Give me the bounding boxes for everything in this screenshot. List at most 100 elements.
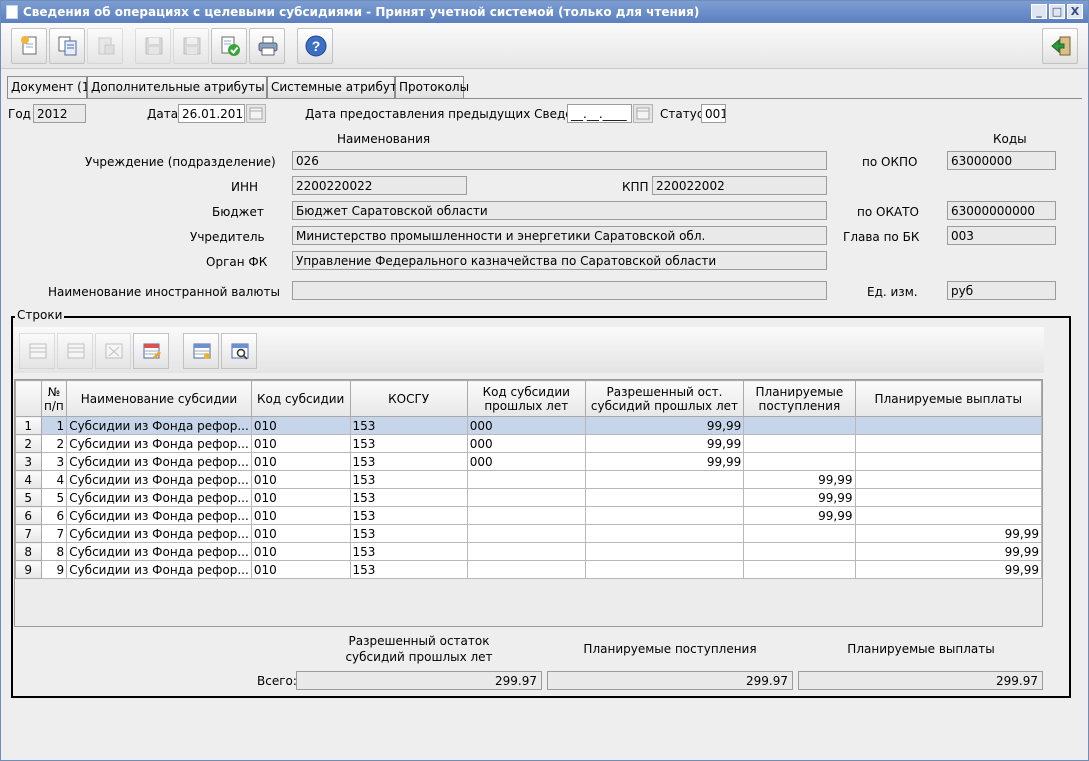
close-button[interactable]: X xyxy=(1067,4,1083,19)
edit-row-button[interactable] xyxy=(57,333,93,369)
prev-date-calendar-button[interactable] xyxy=(633,104,653,123)
okato-field[interactable]: 63000000000 xyxy=(947,201,1056,220)
prev-code-cell[interactable]: 000 xyxy=(466,434,586,453)
glava-field[interactable]: 003 xyxy=(947,226,1056,245)
delete-row-button[interactable] xyxy=(95,333,131,369)
income-cell[interactable]: 99,99 xyxy=(743,506,856,525)
income-cell[interactable] xyxy=(743,434,856,453)
institution-field[interactable]: 026 xyxy=(292,151,827,170)
allowed-total-field[interactable]: 299.97 xyxy=(296,671,542,690)
row-number-cell[interactable]: 4 xyxy=(15,470,42,489)
allowed-cell[interactable] xyxy=(584,542,745,561)
prev-code-cell[interactable]: 000 xyxy=(466,452,586,471)
col-number-header[interactable]: № п/п xyxy=(40,380,68,417)
prev-date-field[interactable]: __.__.____ xyxy=(567,104,632,123)
founder-field[interactable]: Министерство промышленности и энергетики… xyxy=(292,226,827,245)
income-cell[interactable] xyxy=(743,560,856,579)
subsidy-code-cell[interactable]: 010 xyxy=(250,434,351,453)
currency-field[interactable] xyxy=(292,281,827,300)
col-kosgu-header[interactable]: КОСГУ xyxy=(349,380,468,417)
table-row[interactable]: 4 4 Субсидии из Фонда рефор... 010 153 99,99 xyxy=(15,470,1042,489)
allowed-cell[interactable]: 99,99 xyxy=(584,452,745,471)
inn-field[interactable]: 2200220022 xyxy=(292,176,467,195)
new-document-button[interactable] xyxy=(11,28,47,64)
row-number-cell[interactable]: 2 xyxy=(15,434,42,453)
tab-protocols[interactable]: Протоколы xyxy=(395,76,469,98)
kosgu-cell[interactable]: 153 xyxy=(349,542,468,561)
unit-field[interactable]: руб xyxy=(947,281,1056,300)
okpo-field[interactable]: 63000000 xyxy=(947,151,1056,170)
number-cell[interactable]: 8 xyxy=(40,542,68,561)
help-button[interactable]: ? xyxy=(297,28,333,64)
subsidy-name-cell[interactable]: Субсидии из Фонда рефор... xyxy=(66,488,252,507)
table-row[interactable]: 2 2 Субсидии из Фонда рефор... 010 153 000 99,… xyxy=(15,434,1042,453)
table-row[interactable]: 7 7 Субсидии из Фонда рефор... 010 153 99,99 xyxy=(15,524,1042,543)
maximize-button[interactable]: □ xyxy=(1049,4,1065,19)
subsidy-name-cell[interactable]: Субсидии из Фонда рефор... xyxy=(66,542,252,561)
col-prev-code-header[interactable]: Код субсидии прошлых лет xyxy=(466,380,586,417)
prev-code-cell[interactable] xyxy=(466,560,586,579)
table-row[interactable]: 3 3 Субсидии из Фонда рефор... 010 153 000 99,… xyxy=(15,452,1042,471)
table-search-button[interactable] xyxy=(221,333,257,369)
subsidy-code-cell[interactable]: 010 xyxy=(250,524,351,543)
subsidy-name-cell[interactable]: Субсидии из Фонда рефор... xyxy=(66,434,252,453)
subsidy-code-cell[interactable]: 010 xyxy=(250,560,351,579)
payout-cell[interactable]: 99,99 xyxy=(854,524,1042,543)
exit-button[interactable] xyxy=(1042,28,1078,64)
budget-field[interactable]: Бюджет Саратовской области xyxy=(292,201,827,220)
subsidy-name-cell[interactable]: Субсидии из Фонда рефор... xyxy=(66,506,252,525)
date-field[interactable]: 26.01.2012 xyxy=(178,104,245,123)
allowed-cell[interactable] xyxy=(584,560,745,579)
row-number-cell[interactable]: 6 xyxy=(15,506,42,525)
income-cell[interactable]: 99,99 xyxy=(743,470,856,489)
income-cell[interactable] xyxy=(743,542,856,561)
number-cell[interactable]: 6 xyxy=(40,506,68,525)
save-button[interactable] xyxy=(135,28,171,64)
number-cell[interactable]: 9 xyxy=(40,560,68,579)
row-number-cell[interactable]: 5 xyxy=(15,488,42,507)
tab-additional-attributes[interactable]: Дополнительные атрибуты (2) xyxy=(87,76,285,98)
allowed-cell[interactable]: 99,99 xyxy=(584,434,745,453)
prev-code-cell[interactable]: 000 xyxy=(466,416,586,435)
income-cell[interactable] xyxy=(743,416,856,435)
subsidy-code-cell[interactable]: 010 xyxy=(250,488,351,507)
kpp-field[interactable]: 220022002 xyxy=(652,176,827,195)
allowed-cell[interactable] xyxy=(584,524,745,543)
allowed-cell[interactable]: 99,99 xyxy=(584,416,745,435)
add-row-button[interactable] xyxy=(19,333,55,369)
tab-system-attributes[interactable]: Системные атрибуты xyxy=(267,76,406,98)
prev-code-cell[interactable] xyxy=(466,542,586,561)
table-settings-button[interactable] xyxy=(183,333,219,369)
print-disabled-button[interactable] xyxy=(87,28,123,64)
payout-cell[interactable] xyxy=(854,488,1042,507)
print-preview-button[interactable] xyxy=(249,28,285,64)
payout-cell[interactable] xyxy=(854,470,1042,489)
payout-cell[interactable] xyxy=(854,506,1042,525)
subsidy-code-cell[interactable]: 010 xyxy=(250,506,351,525)
subsidy-name-cell[interactable]: Субсидии из Фонда рефор... xyxy=(66,470,252,489)
calendar-edit-button[interactable] xyxy=(133,333,169,369)
row-number-cell[interactable]: 3 xyxy=(15,452,42,471)
subsidy-code-cell[interactable]: 010 xyxy=(250,470,351,489)
row-number-cell[interactable]: 7 xyxy=(15,524,42,543)
number-cell[interactable]: 2 xyxy=(40,434,68,453)
col-code-header[interactable]: Код субсидии xyxy=(250,380,351,417)
prev-code-cell[interactable] xyxy=(466,470,586,489)
income-cell[interactable] xyxy=(743,524,856,543)
col-name-header[interactable]: Наименование субсидии xyxy=(66,380,252,417)
kosgu-cell[interactable]: 153 xyxy=(349,524,468,543)
prev-code-cell[interactable] xyxy=(466,506,586,525)
prev-code-cell[interactable] xyxy=(466,488,586,507)
number-cell[interactable]: 1 xyxy=(40,416,68,435)
status-field[interactable]: 001 xyxy=(701,104,726,123)
subsidy-name-cell[interactable]: Субсидии из Фонда рефор... xyxy=(66,452,252,471)
year-field[interactable]: 2012 xyxy=(33,104,86,123)
income-cell[interactable]: 99,99 xyxy=(743,488,856,507)
check-document-button[interactable] xyxy=(211,28,247,64)
col-allowed-header[interactable]: Разрешенный ост. субсидий прошлых лет xyxy=(584,380,745,417)
copy-document-button[interactable] xyxy=(49,28,85,64)
subsidy-name-cell[interactable]: Субсидии из Фонда рефор... xyxy=(66,560,252,579)
allowed-cell[interactable] xyxy=(584,470,745,489)
subsidy-name-cell[interactable]: Субсидии из Фонда рефор... xyxy=(66,416,252,435)
kosgu-cell[interactable]: 153 xyxy=(349,416,468,435)
